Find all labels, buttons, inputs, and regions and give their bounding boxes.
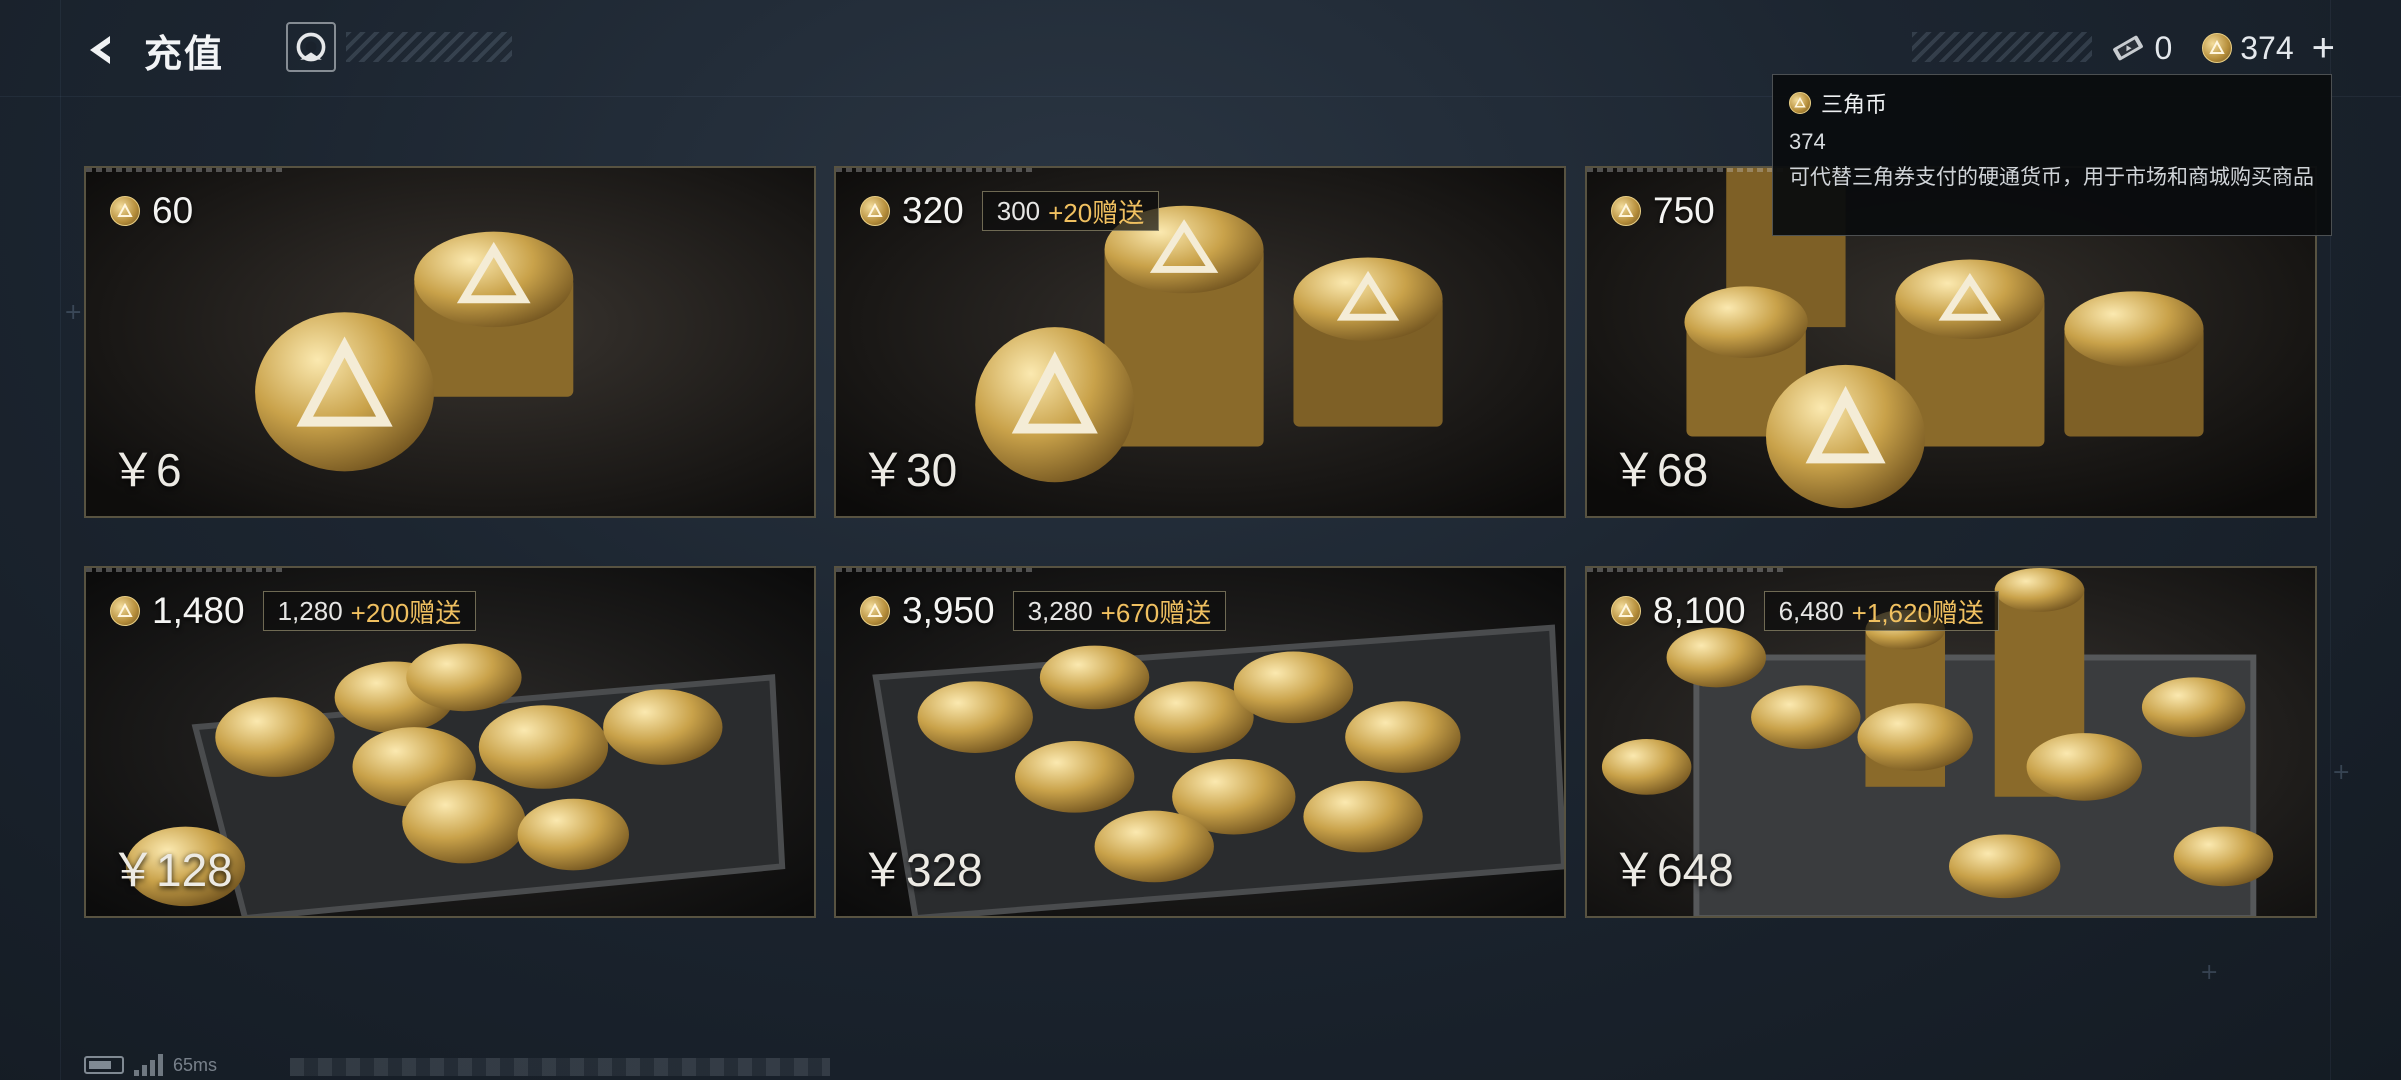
crosshair-decoration: + <box>2332 760 2351 785</box>
currency-bar: 0 374 + <box>2110 26 2335 70</box>
package-card-648[interactable]: 8,100 6,480 +1,620赠送 ￥648 <box>1585 566 2317 918</box>
battery-icon <box>84 1056 124 1074</box>
coin-stack-artwork <box>86 168 814 516</box>
package-card-6[interactable]: 60 ￥6 <box>84 166 816 518</box>
add-coins-button[interactable]: + <box>2312 28 2335 68</box>
tooltip-header: 三角币 <box>1789 87 2315 119</box>
package-card-128[interactable]: 1,480 1,280 +200赠送 ￥128 <box>84 566 816 918</box>
amount-value: 60 <box>152 190 194 231</box>
coin-amount: 8,100 6,480 +1,620赠送 <box>1611 590 1999 632</box>
bonus-extra: +1,620赠送 <box>1851 597 1984 628</box>
ticket-icon <box>2113 35 2144 61</box>
tooltip-description: 可代替三角券支付的硬通货币，用于市场和商城购买商品 <box>1789 166 2314 189</box>
price-label: ￥648 <box>1611 844 1734 896</box>
card-top-stripe <box>86 568 286 572</box>
latency-text: 65ms <box>173 1054 218 1075</box>
bonus-extra: +200赠送 <box>350 597 462 628</box>
game-logo-icon <box>286 22 336 72</box>
bonus-extra: +670赠送 <box>1100 597 1212 628</box>
amount-value: 320 <box>902 190 964 231</box>
coin-icon <box>1611 596 1641 626</box>
coin-balance[interactable]: 374 <box>2202 29 2294 67</box>
currency-tooltip: 三角币 374 可代替三角券支付的硬通货币，用于市场和商城购买商品 <box>1772 74 2332 236</box>
crosshair-decoration: + <box>64 300 83 325</box>
price-label: ￥6 <box>110 444 182 496</box>
coin-amount: 60 <box>110 190 193 232</box>
redacted-info <box>290 1058 830 1076</box>
back-arrow-icon <box>90 36 110 64</box>
ticket-count: 0 <box>2154 29 2173 66</box>
coin-amount: 320 300 +20赠送 <box>860 190 1160 232</box>
bonus-badge: 300 +20赠送 <box>981 191 1160 231</box>
header-decoration-stripe <box>346 32 512 62</box>
coin-amount: 1,480 1,280 +200赠送 <box>110 590 477 632</box>
page-title: 充值 <box>144 33 225 76</box>
coin-icon <box>860 196 890 226</box>
card-top-stripe <box>836 568 1036 572</box>
crosshair-decoration: + <box>2200 960 2219 985</box>
coin-icon <box>860 596 890 626</box>
amount-value: 750 <box>1653 190 1715 231</box>
amount-value: 1,480 <box>152 590 245 631</box>
card-top-stripe <box>1587 168 1787 172</box>
bonus-base: 300 <box>996 195 1041 226</box>
bonus-base: 6,480 <box>1778 595 1844 626</box>
status-bar: 65ms <box>84 1054 217 1076</box>
bonus-extra: +20赠送 <box>1048 197 1145 228</box>
header-decoration-stripe <box>1912 32 2092 62</box>
coin-icon <box>1789 92 1811 114</box>
card-top-stripe <box>836 168 1036 172</box>
coin-amount: 3,950 3,280 +670赠送 <box>860 590 1227 632</box>
back-button[interactable]: 充值 <box>80 22 224 78</box>
card-top-stripe <box>86 168 286 172</box>
tooltip-value: 374 <box>1789 129 1826 154</box>
price-label: ￥128 <box>110 844 233 896</box>
signal-icon <box>134 1054 163 1076</box>
coin-icon <box>2202 33 2233 63</box>
coin-amount: 750 <box>1611 190 1715 232</box>
ticket-balance[interactable]: 0 <box>2110 30 2172 67</box>
coin-count: 374 <box>2240 29 2294 66</box>
grid-line <box>60 0 61 1080</box>
bonus-badge: 6,480 +1,620赠送 <box>1763 591 1999 631</box>
card-top-stripe <box>1587 568 1787 572</box>
bonus-base: 3,280 <box>1027 595 1093 626</box>
bonus-badge: 3,280 +670赠送 <box>1012 591 1227 631</box>
bonus-badge: 1,280 +200赠送 <box>262 591 477 631</box>
package-card-30[interactable]: 320 300 +20赠送 ￥30 <box>834 166 1566 518</box>
amount-value: 3,950 <box>902 590 995 631</box>
price-label: ￥68 <box>1611 444 1709 496</box>
price-label: ￥328 <box>860 844 983 896</box>
coin-icon <box>1611 196 1641 226</box>
amount-value: 8,100 <box>1653 590 1746 631</box>
price-label: ￥30 <box>860 444 958 496</box>
coin-icon <box>110 596 140 626</box>
bonus-base: 1,280 <box>277 595 343 626</box>
tooltip-title: 三角币 <box>1821 92 1888 117</box>
coin-icon <box>110 196 140 226</box>
package-card-328[interactable]: 3,950 3,280 +670赠送 ￥328 <box>834 566 1566 918</box>
